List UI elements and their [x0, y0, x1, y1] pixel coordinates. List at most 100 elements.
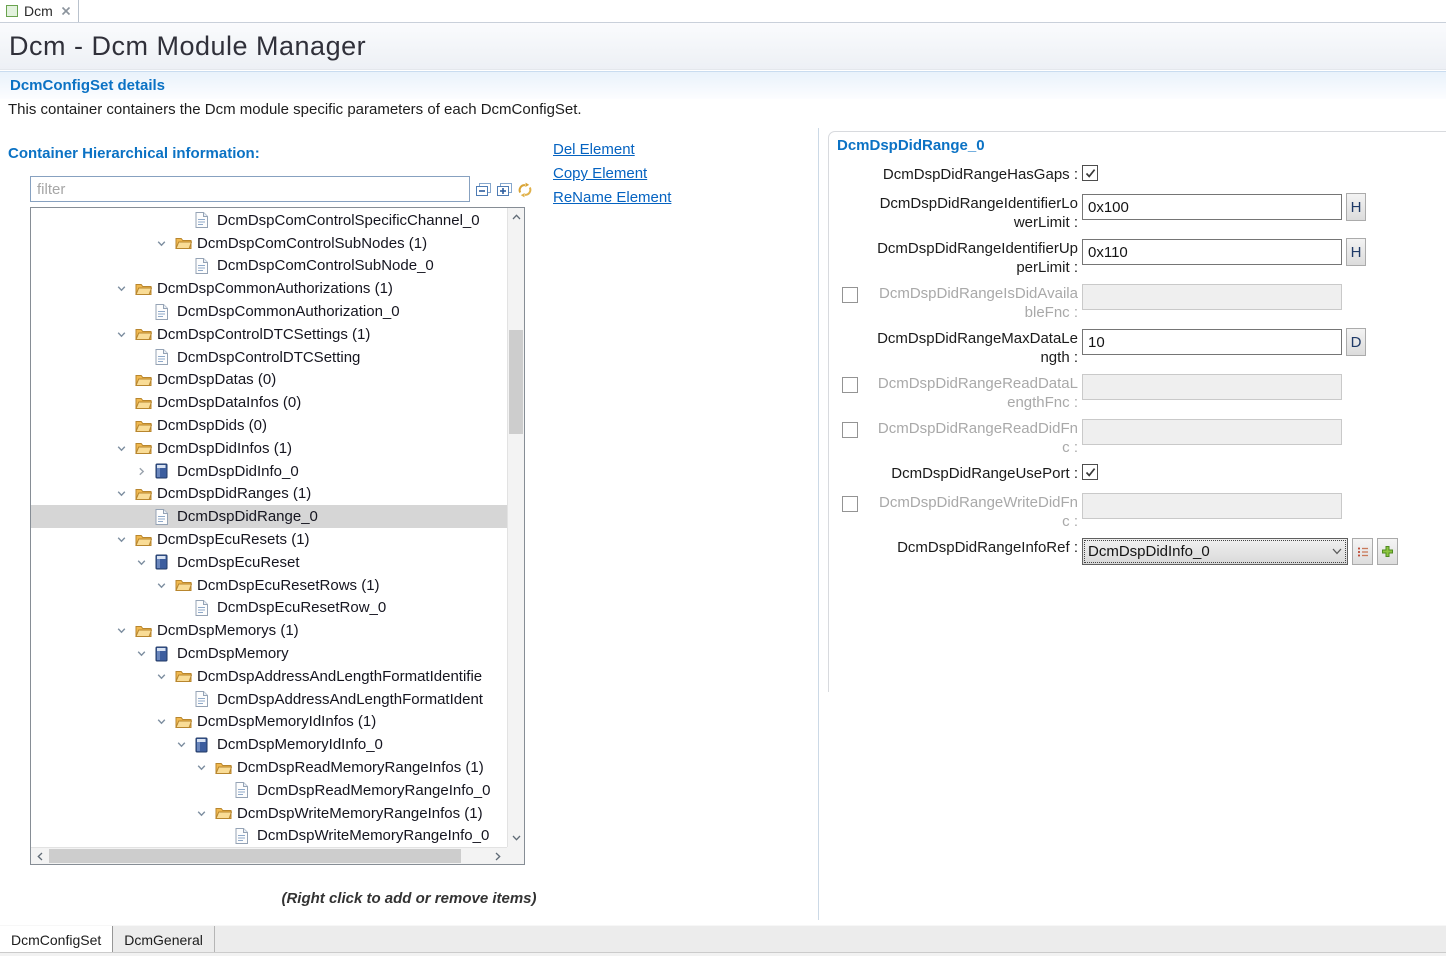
form-row: DcmDspDidRangeHasGaps :: [828, 163, 1444, 192]
link-copy-element[interactable]: Copy Element: [553, 165, 671, 182]
horizontal-scrollbar[interactable]: [31, 847, 507, 864]
tree-row[interactable]: DcmDspDidInfo_0: [31, 460, 507, 483]
chevron-down-icon[interactable]: [156, 581, 175, 590]
dcmdspdidrangeuseport-checkbox[interactable]: [1082, 464, 1098, 480]
scroll-up-icon[interactable]: [508, 209, 524, 225]
link-rename-element[interactable]: ReName Element: [553, 189, 671, 206]
tree-row[interactable]: DcmDspAddressAndLengthFormatIdentifie: [31, 665, 507, 688]
chevron-down-icon[interactable]: [116, 330, 135, 339]
dcmdspdidrangeinforef-label: DcmDspDidRangeInfoRef :: [876, 536, 1078, 557]
chevron-down-icon[interactable]: [136, 649, 155, 658]
dcmdspdidrangeidentifierlowerlimit-input[interactable]: [1082, 194, 1342, 220]
tree-row[interactable]: DcmDspWriteMemoryRangeInfo_0: [31, 825, 507, 847]
tree-row-label: DcmDspDids (0): [154, 417, 267, 434]
collapse-all-icon[interactable]: [474, 181, 492, 198]
close-icon[interactable]: [61, 6, 71, 16]
horizontal-scroll-thumb[interactable]: [49, 849, 461, 863]
tree-indent: [31, 790, 216, 791]
tree-row[interactable]: DcmDspComControlSpecificChannel_0: [31, 209, 507, 232]
tree-row[interactable]: DcmDspCommonAuthorizations (1): [31, 277, 507, 300]
tree-indent: [31, 721, 156, 722]
page-tab-bar: DcmConfigSetDcmGeneral: [0, 925, 1446, 953]
dcmdspdidrangeisdidavailablefnc-enable-checkbox[interactable]: [842, 287, 858, 303]
tree-row[interactable]: DcmDspDidRanges (1): [31, 483, 507, 506]
tree-row[interactable]: DcmDspCommonAuthorization_0: [31, 300, 507, 323]
tree-indent: [31, 402, 116, 403]
dcmdspdidrangemaxdatalength-input[interactable]: [1082, 329, 1342, 355]
dcmdspdidrangeuseport-label: DcmDspDidRangeUsePort :: [876, 462, 1078, 483]
expand-all-icon[interactable]: [495, 181, 513, 198]
chevron-down-icon[interactable]: [116, 489, 135, 498]
filter-input[interactable]: [30, 176, 470, 202]
chevron-down-icon[interactable]: [116, 284, 135, 293]
chevron-down-icon[interactable]: [156, 672, 175, 681]
tree-row[interactable]: DcmDspEcuResetRows (1): [31, 574, 507, 597]
hex-format-button[interactable]: H: [1346, 193, 1366, 221]
tab-dcmgeneral[interactable]: DcmGeneral: [113, 926, 215, 953]
chevron-down-icon[interactable]: [156, 717, 175, 726]
add-reference-button[interactable]: [1377, 538, 1398, 565]
tree-row[interactable]: DcmDspEcuResets (1): [31, 528, 507, 551]
tree-indent: [31, 676, 156, 677]
tree-row[interactable]: DcmDspComControlSubNodes (1): [31, 232, 507, 255]
editor-tab-dcm[interactable]: Dcm: [0, 0, 79, 22]
decimal-format-button[interactable]: D: [1346, 328, 1366, 356]
tree-row[interactable]: DcmDspMemoryIdInfo_0: [31, 733, 507, 756]
tree-row[interactable]: DcmDspDatas (0): [31, 369, 507, 392]
dcmdspdidrangeidentifierupperlimit-input[interactable]: [1082, 239, 1342, 265]
tree-indent: [31, 448, 116, 449]
tree-row[interactable]: DcmDspComControlSubNode_0: [31, 255, 507, 278]
tree-row[interactable]: DcmDspWriteMemoryRangeInfos (1): [31, 802, 507, 825]
dcmdspdidrangeisdidavailablefnc-input: [1082, 284, 1342, 310]
tree-row-label: DcmDspDidRanges (1): [154, 485, 311, 502]
chevron-down-icon[interactable]: [196, 763, 215, 772]
tree-row[interactable]: DcmDspAddressAndLengthFormatIdent: [31, 688, 507, 711]
scroll-down-icon[interactable]: [508, 830, 524, 846]
tree-row[interactable]: DcmDspMemory: [31, 642, 507, 665]
tree-row[interactable]: DcmDspReadMemoryRangeInfos (1): [31, 756, 507, 779]
tree-row[interactable]: DcmDspDataInfos (0): [31, 391, 507, 414]
link-del-element[interactable]: Del Element: [553, 141, 671, 158]
ref-list-button[interactable]: [1352, 538, 1373, 565]
refresh-icon[interactable]: [516, 181, 534, 198]
scroll-right-icon[interactable]: [490, 848, 506, 864]
tree-row[interactable]: DcmDspMemoryIdInfos (1): [31, 711, 507, 734]
dcmdspdidrangehasgaps-checkbox[interactable]: [1082, 165, 1098, 181]
tree-indent: [31, 357, 136, 358]
chevron-down-icon[interactable]: [116, 626, 135, 635]
dcmdspdidrangereaddidfnc-enable-checkbox[interactable]: [842, 422, 858, 438]
dcmdspdidrangereaddatalengthfnc-enable-checkbox[interactable]: [842, 377, 858, 393]
dcmdspdidrangewritedidfnc-enable-checkbox[interactable]: [842, 496, 858, 512]
tree-row[interactable]: DcmDspDidRange_0: [31, 505, 507, 528]
tree-row[interactable]: DcmDspControlDTCSetting: [31, 346, 507, 369]
tree-row[interactable]: DcmDspEcuReset: [31, 551, 507, 574]
hex-format-button[interactable]: H: [1346, 238, 1366, 266]
tree-row[interactable]: DcmDspReadMemoryRangeInfo_0: [31, 779, 507, 802]
chevron-down-icon[interactable]: [116, 444, 135, 453]
tree-row-label: DcmDspDidRange_0: [174, 508, 318, 525]
tree-row[interactable]: DcmDspEcuResetRow_0: [31, 597, 507, 620]
scroll-left-icon[interactable]: [32, 848, 48, 864]
vertical-scroll-thumb[interactable]: [509, 330, 523, 434]
chevron-down-icon[interactable]: [136, 558, 155, 567]
tree-row[interactable]: DcmDspDidInfos (1): [31, 437, 507, 460]
tree-row[interactable]: DcmDspMemorys (1): [31, 619, 507, 642]
tree-row[interactable]: DcmDspControlDTCSettings (1): [31, 323, 507, 346]
tree-indent: [31, 585, 156, 586]
chevron-right-icon[interactable]: [136, 467, 155, 476]
chevron-down-icon[interactable]: [196, 809, 215, 818]
tree-indent: [31, 425, 116, 426]
tree-row-label: DcmDspComControlSpecificChannel_0: [214, 212, 480, 229]
chevron-down-icon[interactable]: [1327, 548, 1347, 555]
chevron-down-icon[interactable]: [176, 740, 195, 749]
form-row: DcmDspDidRangeMaxDataLength :D: [828, 327, 1444, 372]
dcmdspdidrangeinforef-combobox[interactable]: DcmDspDidInfo_0: [1082, 538, 1348, 565]
chevron-down-icon[interactable]: [116, 535, 135, 544]
form-row: DcmDspDidRangeUsePort :: [828, 462, 1444, 491]
page-title: Dcm - Dcm Module Manager: [0, 23, 1446, 70]
tree-row[interactable]: DcmDspDids (0): [31, 414, 507, 437]
vertical-scrollbar[interactable]: [507, 208, 524, 847]
book-icon: [155, 554, 174, 570]
chevron-down-icon[interactable]: [156, 239, 175, 248]
tab-dcmconfigset[interactable]: DcmConfigSet: [0, 926, 113, 953]
